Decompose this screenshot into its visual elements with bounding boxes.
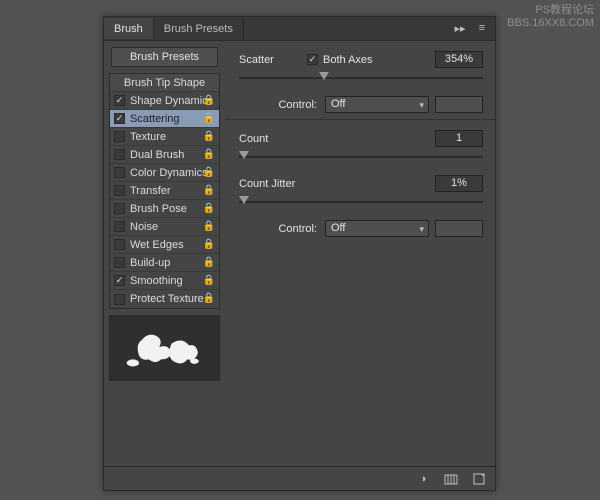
option-protect-texture[interactable]: Protect Texture🔒 xyxy=(110,290,219,308)
option-build-up[interactable]: Build-up 🔒 xyxy=(110,254,219,272)
lock-icon[interactable]: 🔒 xyxy=(203,203,215,214)
option-smoothing[interactable]: Smoothing 🔒 xyxy=(110,272,219,290)
lock-icon[interactable]: 🔒 xyxy=(203,167,215,178)
panel-footer: ◑ xyxy=(104,466,495,490)
count-jitter-label: Count Jitter xyxy=(239,178,329,190)
option-color-dynamics[interactable]: Color Dynamics🔒 xyxy=(110,164,219,182)
label: Transfer xyxy=(130,185,171,197)
option-noise[interactable]: Noise 🔒 xyxy=(110,218,219,236)
label: Dual Brush xyxy=(130,149,184,161)
checkbox-scattering[interactable] xyxy=(114,113,125,124)
brush-sidebar: Brush Presets Brush Tip Shape Shape Dyna… xyxy=(104,41,225,466)
watermark-text: PS教程论坛 BBS.16XX8.COM xyxy=(507,4,594,30)
scatter-value[interactable]: 354% xyxy=(435,51,483,68)
new-brush-icon[interactable] xyxy=(443,472,459,486)
option-shape-dynamics[interactable]: Shape Dynamics🔒 xyxy=(110,92,219,110)
label: Brush Pose xyxy=(130,203,187,215)
option-dual-brush[interactable]: Dual Brush 🔒 xyxy=(110,146,219,164)
brush-preview-shape xyxy=(110,316,219,380)
toggle-panel-icon[interactable]: ▸▸ xyxy=(453,21,467,35)
brush-preview xyxy=(109,315,220,381)
lock-icon[interactable]: 🔒 xyxy=(203,293,215,304)
lock-icon[interactable]: 🔒 xyxy=(203,221,215,232)
checkbox-brush-pose[interactable] xyxy=(114,203,125,214)
label: Wet Edges xyxy=(130,239,184,251)
count-value[interactable]: 1 xyxy=(435,130,483,147)
lock-icon[interactable]: 🔒 xyxy=(203,257,215,268)
count-jitter-control-swatch xyxy=(435,220,483,237)
checkbox-smoothing[interactable] xyxy=(114,275,125,286)
label: Scattering xyxy=(130,113,180,125)
lock-icon[interactable]: 🔒 xyxy=(203,149,215,160)
label: Noise xyxy=(130,221,158,233)
lock-icon[interactable]: 🔒 xyxy=(203,275,215,286)
lock-icon[interactable]: 🔒 xyxy=(203,113,215,124)
scatter-control-select[interactable]: Off xyxy=(325,96,429,113)
label: Texture xyxy=(130,131,166,143)
label: Build-up xyxy=(130,257,170,269)
checkbox-texture[interactable] xyxy=(114,131,125,142)
count-jitter-value[interactable]: 1% xyxy=(435,175,483,192)
label: Smoothing xyxy=(130,275,183,287)
brush-presets-button[interactable]: Brush Presets xyxy=(111,47,218,67)
label: Shape Dynamics xyxy=(130,95,213,107)
scatter-label: Scatter xyxy=(239,54,307,66)
count-slider[interactable] xyxy=(239,151,483,165)
both-axes-label: Both Axes xyxy=(323,54,373,66)
tab-brush-presets[interactable]: Brush Presets xyxy=(154,18,244,39)
option-scattering[interactable]: Scattering 🔒 xyxy=(110,110,219,128)
checkbox-shape-dynamics[interactable] xyxy=(114,95,125,106)
count-jitter-control-select[interactable]: Off xyxy=(325,220,429,237)
scatter-slider[interactable] xyxy=(239,72,483,86)
checkbox-dual-brush[interactable] xyxy=(114,149,125,160)
tab-bar: Brush Brush Presets ▸▸ ≡ xyxy=(104,17,495,41)
scattering-settings: Scatter Both Axes 354% Control: Off Coun… xyxy=(225,41,495,466)
panel-menu-icon[interactable]: ≡ xyxy=(475,21,489,35)
label: Color Dynamics xyxy=(130,167,208,179)
option-transfer[interactable]: Transfer 🔒 xyxy=(110,182,219,200)
checkbox-color-dynamics[interactable] xyxy=(114,167,125,178)
lock-icon[interactable]: 🔒 xyxy=(203,131,215,142)
scatter-control-swatch xyxy=(435,96,483,113)
brush-panel: Brush Brush Presets ▸▸ ≡ Brush Presets B… xyxy=(103,16,496,491)
option-texture[interactable]: Texture 🔒 xyxy=(110,128,219,146)
option-wet-edges[interactable]: Wet Edges 🔒 xyxy=(110,236,219,254)
control-label: Control: xyxy=(239,99,325,111)
option-brush-pose[interactable]: Brush Pose 🔒 xyxy=(110,200,219,218)
lock-icon[interactable]: 🔒 xyxy=(203,185,215,196)
checkbox-transfer[interactable] xyxy=(114,185,125,196)
checkbox-noise[interactable] xyxy=(114,221,125,232)
control-label-2: Control: xyxy=(239,223,325,235)
lock-icon[interactable]: 🔒 xyxy=(203,239,215,250)
count-label: Count xyxy=(239,133,307,145)
brush-options-list: Brush Tip Shape Shape Dynamics🔒 Scatteri… xyxy=(109,73,220,309)
lock-icon[interactable]: 🔒 xyxy=(203,95,215,106)
checkbox-both-axes[interactable] xyxy=(307,54,318,65)
toggle-preview-icon[interactable]: ◑ xyxy=(415,472,431,486)
brush-tip-shape-button[interactable]: Brush Tip Shape xyxy=(110,74,219,92)
checkbox-build-up[interactable] xyxy=(114,257,125,268)
label: Protect Texture xyxy=(130,293,204,305)
count-jitter-slider[interactable] xyxy=(239,196,483,210)
checkbox-wet-edges[interactable] xyxy=(114,239,125,250)
checkbox-protect-texture[interactable] xyxy=(114,294,125,305)
tab-brush[interactable]: Brush xyxy=(104,18,154,39)
create-preset-icon[interactable] xyxy=(471,472,487,486)
